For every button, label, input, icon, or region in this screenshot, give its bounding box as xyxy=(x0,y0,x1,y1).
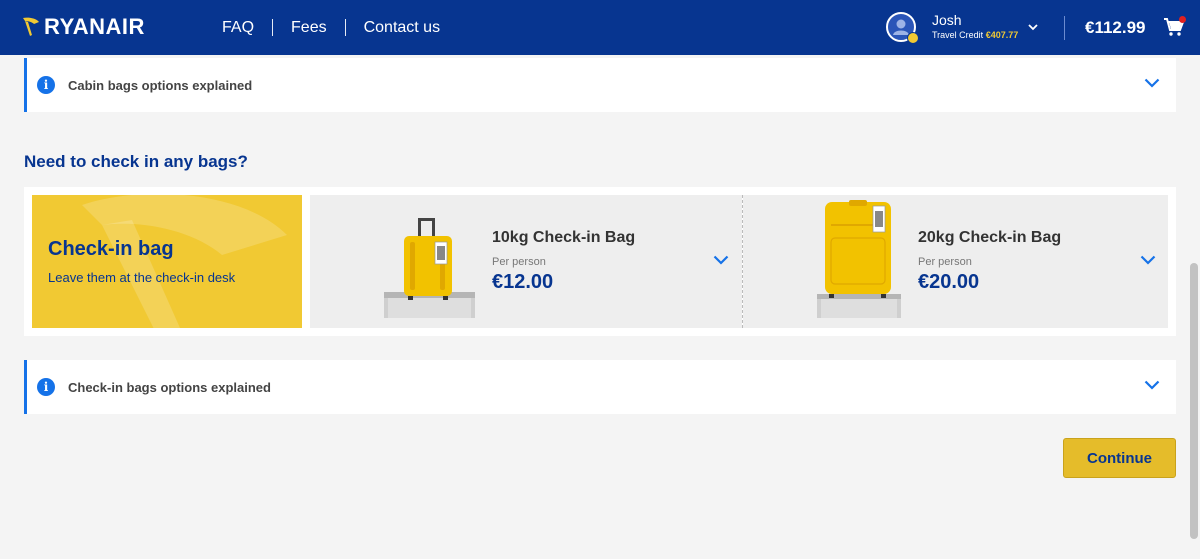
chevron-down-icon[interactable] xyxy=(1144,380,1160,390)
ryanair-logo[interactable]: RYANAIR xyxy=(22,14,145,40)
checkin-bags-explained-panel[interactable]: i Check-in bags options explained xyxy=(24,360,1176,414)
logo-text: RYANAIR xyxy=(44,14,145,39)
checkin-bags-container: Check-in bag Leave them at the check-in … xyxy=(24,187,1176,336)
bag-price-10kg: €12.00 xyxy=(492,271,554,293)
suitcase-large-icon xyxy=(817,200,901,318)
credit-badge-icon xyxy=(907,32,919,44)
top-header: RYANAIR FAQ Fees Contact us Josh Travel … xyxy=(0,0,1200,55)
bag-card-20kg[interactable]: 20kg Check-in Bag Per person €20.00 xyxy=(743,195,1168,328)
per-person-label: Per person xyxy=(492,256,546,268)
chevron-down-icon[interactable] xyxy=(1144,78,1160,88)
chevron-down-icon[interactable] xyxy=(1140,255,1156,265)
cabin-bags-explained-panel[interactable]: i Cabin bags options explained xyxy=(24,58,1176,112)
header-divider xyxy=(1064,16,1065,40)
suitcase-small-icon xyxy=(384,218,475,318)
checkin-bags-explained-title: Check-in bags options explained xyxy=(68,379,271,395)
bag-card-10kg[interactable]: 10kg Check-in Bag Per person €12.00 xyxy=(310,195,742,328)
bag-name-20kg: 20kg Check-in Bag xyxy=(918,229,1062,246)
scrollbar-thumb[interactable] xyxy=(1190,263,1198,539)
cart-notification-dot xyxy=(1179,16,1186,23)
basket-total[interactable]: €112.99 xyxy=(1085,18,1146,38)
hero-title: Check-in bag xyxy=(48,238,174,260)
nav-faq-link[interactable]: FAQ xyxy=(222,19,254,37)
bag-price-20kg: €20.00 xyxy=(918,271,980,293)
info-icon: i xyxy=(37,378,55,396)
continue-button[interactable]: Continue xyxy=(1063,438,1176,478)
cabin-bags-explained-title: Cabin bags options explained xyxy=(68,77,253,93)
chevron-down-icon xyxy=(1028,23,1038,30)
nav-fees-link[interactable]: Fees xyxy=(291,19,327,37)
checkin-hero: Check-in bag Leave them at the check-in … xyxy=(32,195,302,328)
main-nav: FAQ Fees Contact us xyxy=(222,0,440,55)
info-icon: i xyxy=(37,76,55,94)
nav-divider xyxy=(272,19,274,36)
nav-divider xyxy=(344,19,346,36)
user-name: Josh xyxy=(932,11,962,28)
nav-contact-link[interactable]: Contact us xyxy=(364,19,440,37)
harp-icon xyxy=(23,17,39,36)
avatar-icon xyxy=(886,12,919,44)
hero-subtitle: Leave them at the check-in desk xyxy=(48,270,236,285)
bag-name-10kg: 10kg Check-in Bag xyxy=(492,229,636,246)
user-menu[interactable]: Josh Travel Credit €407.77 xyxy=(886,11,1038,44)
travel-credit: Travel Credit €407.77 xyxy=(932,30,1019,41)
travel-credit-value: €407.77 xyxy=(985,30,1019,41)
section-title: Need to check in any bags? xyxy=(24,152,248,171)
harp-watermark-icon xyxy=(82,195,287,328)
per-person-label: Per person xyxy=(918,256,972,268)
travel-credit-label: Travel Credit xyxy=(932,30,984,41)
chevron-down-icon[interactable] xyxy=(713,255,729,265)
